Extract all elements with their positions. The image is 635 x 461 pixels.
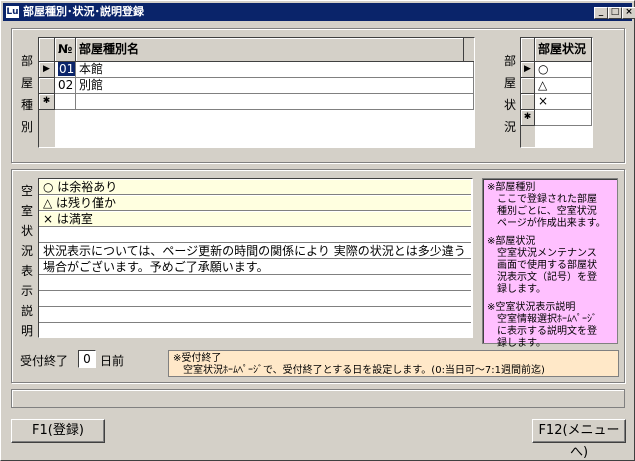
help-note-line: 録します。 <box>487 338 546 349</box>
deadline-note: ※受付終了 空室状況ﾎｰﾑﾍﾟｰｼﾞで、受付終了とする日を設定します。(0:当日… <box>168 350 619 377</box>
help-note-line: 種別ごとに、空室状況 <box>487 206 597 217</box>
room-type-no-cell[interactable]: 01 <box>55 62 76 78</box>
room-type-name-cell[interactable] <box>76 94 474 110</box>
description-line[interactable]: 場合がございます。予めご了承願います。 <box>39 260 471 275</box>
f1-register-button[interactable]: F1(登録) <box>11 419 105 443</box>
description-label-char: 明 <box>20 324 33 338</box>
help-note-line: 画面で使用する部屋状 <box>487 260 597 271</box>
column-header-no: № <box>55 38 76 62</box>
window-title: 部屋種別･状況･説明登録 <box>23 5 144 18</box>
description-line[interactable] <box>39 292 471 307</box>
status-bar <box>11 389 625 408</box>
room-status-label-char: 状 <box>503 98 516 112</box>
description-line[interactable]: ○ は余裕あり <box>39 180 471 195</box>
room-status-label-char: 部 <box>503 54 516 68</box>
f12-menu-button[interactable]: F12(メニューへ) <box>532 419 626 460</box>
room-type-name-cell[interactable]: 本館 <box>76 62 474 78</box>
description-line[interactable] <box>39 276 471 291</box>
new-row-selector[interactable]: ✱ <box>521 110 535 126</box>
description-label-char: 表 <box>20 264 33 278</box>
main-window: Lu 部屋種別･状況･説明登録 _ □ × 部 屋 種 別 № 部屋種別名 ▶ … <box>0 0 635 461</box>
room-status-cell[interactable]: × <box>535 94 592 110</box>
column-header-room-type-name: 部屋種別名 <box>76 38 464 62</box>
help-note-line: ここで登録された部屋 <box>487 194 597 205</box>
deadline-note-title: ※受付終了 <box>173 353 222 364</box>
app-icon: Lu <box>6 6 19 18</box>
description-label-char: 空 <box>20 184 33 198</box>
selector-filler <box>521 126 535 147</box>
help-note-line: 空室状況メンテナンス <box>487 248 597 259</box>
title-bar: Lu 部屋種別･状況･説明登録 _ □ × <box>3 3 635 21</box>
help-note-line: 空室情報選択ﾎｰﾑﾍﾟｰｼﾞ <box>487 314 597 325</box>
grid-corner <box>521 38 535 62</box>
minimize-button[interactable]: _ <box>594 7 608 19</box>
room-type-label-char: 別 <box>20 120 33 134</box>
description-line[interactable] <box>39 324 471 339</box>
room-type-grid[interactable]: № 部屋種別名 ▶ 01 本館 02 別館 ✱ <box>38 37 475 148</box>
description-label-char: 況 <box>20 244 33 258</box>
description-line[interactable]: 状況表示については、ページ更新の時間の関係により 実際の状況とは多少違う <box>39 244 471 259</box>
room-status-grid[interactable]: 部屋状況 ▶ ○ △ × ✱ <box>520 37 593 148</box>
help-note-line: ※部屋状況 <box>487 236 536 247</box>
description-label-char: 室 <box>20 204 33 218</box>
description-line[interactable]: △ は残り僅か <box>39 196 471 211</box>
room-type-name-cell[interactable]: 別館 <box>76 78 474 94</box>
new-row-selector[interactable]: ✱ <box>39 94 55 110</box>
description-label-char: 示 <box>20 284 33 298</box>
maximize-button[interactable]: □ <box>608 7 622 19</box>
grid-corner <box>39 38 55 62</box>
room-status-label-char: 況 <box>503 120 516 134</box>
room-status-cell[interactable]: ○ <box>535 62 592 78</box>
room-type-label-char: 種 <box>20 98 33 112</box>
row-selector[interactable]: ▶ <box>521 62 535 78</box>
description-label-char: 説 <box>20 304 33 318</box>
room-type-label-char: 部 <box>20 54 33 68</box>
help-note-line: ※空室状況表示説明 <box>487 302 576 313</box>
header-filler <box>464 38 474 62</box>
description-line[interactable]: × は満室 <box>39 212 471 227</box>
description-line[interactable] <box>39 308 471 323</box>
description-label-char: 状 <box>20 224 33 238</box>
description-line[interactable] <box>39 228 471 243</box>
room-status-cell[interactable] <box>535 110 592 126</box>
help-note-line: 況表示文（記号）を登 <box>487 272 597 283</box>
deadline-unit: 日前 <box>100 354 125 368</box>
selector-filler <box>39 110 55 147</box>
deadline-label: 受付終了 <box>20 354 69 368</box>
close-button[interactable]: × <box>622 7 635 19</box>
help-note: ※部屋種別 ここで登録された部屋 種別ごとに、空室状況 ページが作成出来ます。 … <box>482 178 618 349</box>
deadline-days-input[interactable]: 0 <box>78 350 96 368</box>
row-selector[interactable]: ▶ <box>39 62 55 78</box>
room-type-label-char: 屋 <box>20 76 33 90</box>
help-note-line: ※部屋種別 <box>487 182 536 193</box>
deadline-note-text: 空室状況ﾎｰﾑﾍﾟｰｼﾞで、受付終了とする日を設定します。(0:当日可～7:1週… <box>173 365 545 376</box>
room-status-label-char: 屋 <box>503 76 516 90</box>
room-status-cell[interactable]: △ <box>535 78 592 94</box>
row-selector[interactable] <box>39 78 55 94</box>
column-header-room-status: 部屋状況 <box>535 38 592 62</box>
row-selector[interactable] <box>521 94 535 110</box>
room-type-no-cell[interactable] <box>55 94 76 110</box>
room-type-no-cell[interactable]: 02 <box>55 78 76 94</box>
help-note-line: ページが作成出来ます。 <box>487 218 606 229</box>
help-note-line: 録します。 <box>487 284 546 295</box>
row-selector[interactable] <box>521 78 535 94</box>
help-note-line: に表示する説明文を登 <box>487 326 597 337</box>
